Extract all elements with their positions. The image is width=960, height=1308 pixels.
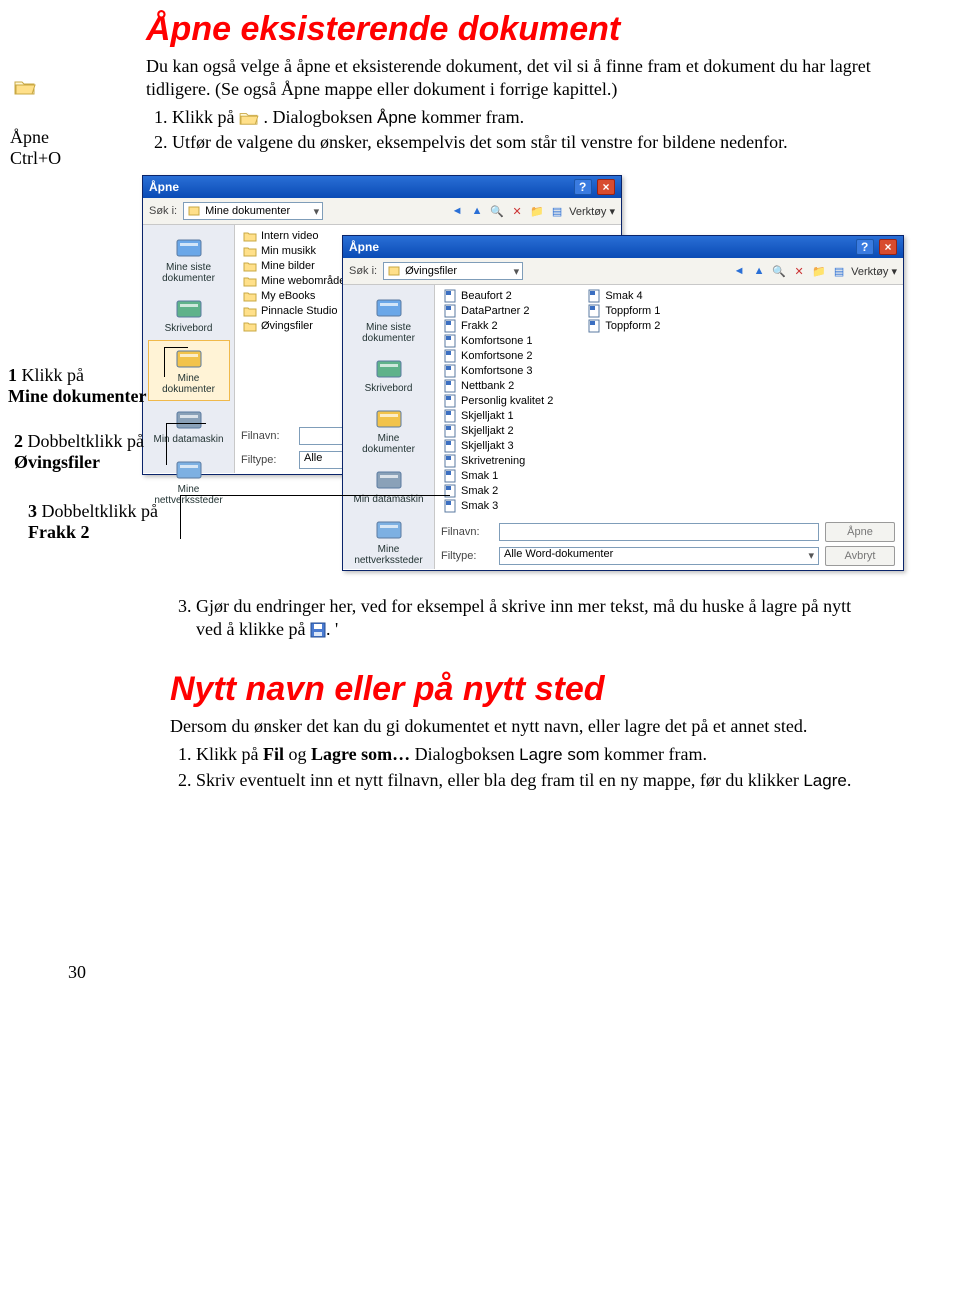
help-button[interactable]: ? xyxy=(574,179,592,195)
page-number: 30 xyxy=(68,962,900,983)
places-item[interactable]: Mine siste dokumenter xyxy=(348,289,430,350)
lookin-label: Søk i: xyxy=(349,265,377,277)
views-icon[interactable]: ▤ xyxy=(549,203,565,219)
file-item[interactable]: Komfortsone 2 xyxy=(441,349,555,363)
file-item[interactable]: Frakk 2 xyxy=(441,319,555,333)
help-button[interactable]: ? xyxy=(856,239,874,255)
intro-new-name: Dersom du ønsker det kan du gi dokumente… xyxy=(170,715,860,738)
newfolder-icon[interactable]: 📁 xyxy=(811,263,827,279)
places-item[interactable]: Mine nettverkssteder xyxy=(148,451,230,512)
cancel-button[interactable]: Avbryt xyxy=(825,546,895,566)
places-item[interactable]: Skrivebord xyxy=(148,290,230,340)
dialog1-placesbar: Mine siste dokumenterSkrivebordMine doku… xyxy=(143,225,235,473)
dialog1-title: Åpne xyxy=(149,180,179,194)
up-icon[interactable]: ▲ xyxy=(751,263,767,279)
file-item[interactable]: Skjelljakt 1 xyxy=(441,409,555,423)
views-icon[interactable]: ▤ xyxy=(831,263,847,279)
places-item[interactable]: Mine dokumenter xyxy=(148,340,230,401)
newfolder-icon[interactable]: 📁 xyxy=(529,203,545,219)
dialog1-toolbar: Søk i: Mine dokumenter ◄ ▲ 🔍 ✕ 📁 ▤ Verkt… xyxy=(143,198,621,225)
folder-item[interactable]: Intern video xyxy=(241,229,351,243)
step-open-1: Klikk på . Dialogboksen Åpne kommer fram… xyxy=(172,106,900,129)
dialog2-title: Åpne xyxy=(349,240,379,254)
open-label: Åpne xyxy=(10,127,49,147)
steps-open: Klikk på . Dialogboksen Åpne kommer fram… xyxy=(146,106,900,155)
places-item[interactable]: Mine siste dokumenter xyxy=(148,229,230,290)
file-item[interactable]: DataPartner 2 xyxy=(441,304,555,318)
file-item[interactable]: Skjelljakt 2 xyxy=(441,424,555,438)
open-folder-icon-inline xyxy=(239,110,259,126)
callout-3: 3 Dobbeltklikk på Frakk 2 xyxy=(28,501,158,542)
open-shortcut-block: Åpne Ctrl+O xyxy=(10,10,130,169)
tools-menu[interactable]: Verktøy ▾ xyxy=(569,205,615,218)
open-shortcut: Ctrl+O xyxy=(10,148,61,168)
places-item[interactable]: Skrivebord xyxy=(348,350,430,400)
search-icon[interactable]: 🔍 xyxy=(771,263,787,279)
file-item[interactable]: Smak 3 xyxy=(441,499,555,513)
dialog2-toolbar: Søk i: Øvingsfiler ◄ ▲ 🔍 ✕ 📁 ▤ Verktøy ▾ xyxy=(343,258,903,285)
open-button[interactable]: Åpne xyxy=(825,522,895,542)
back-icon[interactable]: ◄ xyxy=(731,263,747,279)
step-saveas-1: Klikk på Fil og Lagre som… Dialogboksen … xyxy=(196,743,860,766)
heading-open-existing: Åpne eksisterende dokument xyxy=(146,10,900,49)
dialog2-placesbar: Mine siste dokumenterSkrivebordMine doku… xyxy=(343,285,435,569)
file-item[interactable]: Personlig kvalitet 2 xyxy=(441,394,555,408)
delete-icon[interactable]: ✕ xyxy=(791,263,807,279)
file-item[interactable]: Smak 1 xyxy=(441,469,555,483)
dialogs-figure: Åpne ? × Søk i: Mine dokumenter ◄ ▲ 🔍 ✕ … xyxy=(14,175,900,595)
step-open-3: Gjør du endringer her, ved for eksempel … xyxy=(196,595,860,642)
open-folder-icon xyxy=(14,78,36,96)
tools-menu[interactable]: Verktøy ▾ xyxy=(851,265,897,278)
folder-item[interactable]: Øvingsfiler xyxy=(241,319,351,333)
close-button[interactable]: × xyxy=(597,179,615,195)
filename-input[interactable] xyxy=(499,523,819,541)
folder-item[interactable]: Min musikk xyxy=(241,244,351,258)
intro-open: Du kan også velge å åpne et eksisterende… xyxy=(146,55,900,100)
step-saveas-2: Skriv eventuelt inn et nytt filnavn, ell… xyxy=(196,769,860,792)
file-item[interactable]: Komfortsone 3 xyxy=(441,364,555,378)
file-item[interactable]: Skjelljakt 3 xyxy=(441,439,555,453)
section-after-figure: Gjør du endringer her, ved for eksempel … xyxy=(170,595,860,792)
folder-item[interactable]: Mine webområder xyxy=(241,274,351,288)
steps-saveas: Klikk på Fil og Lagre som… Dialogboksen … xyxy=(170,743,860,792)
places-item[interactable]: Min datamaskin xyxy=(348,461,430,511)
file-item[interactable]: Toppform 2 xyxy=(585,319,662,333)
callout-1: 1 Klikk på Mine dokumenter xyxy=(8,365,147,406)
dialog2-footer: Filnavn: Åpne Filtype: Alle Word-dokumen… xyxy=(441,522,895,566)
places-item[interactable]: Mine dokumenter xyxy=(348,400,430,461)
heading-new-name: Nytt navn eller på nytt sted xyxy=(170,670,860,709)
places-item[interactable]: Mine nettverkssteder xyxy=(348,511,430,572)
lookin-label: Søk i: xyxy=(149,205,177,217)
places-item[interactable]: Min datamaskin xyxy=(148,401,230,451)
delete-icon[interactable]: ✕ xyxy=(509,203,525,219)
file-item[interactable]: Komfortsone 1 xyxy=(441,334,555,348)
dialog2-titlebar: Åpne ? × xyxy=(343,236,903,258)
file-item[interactable]: Smak 2 xyxy=(441,484,555,498)
step-open-2: Utfør de valgene du ønsker, eksempelvis … xyxy=(172,131,900,154)
file-item[interactable]: Toppform 1 xyxy=(585,304,662,318)
file-item[interactable]: Smak 4 xyxy=(585,289,662,303)
folder-item[interactable]: My eBooks xyxy=(241,289,351,303)
folder-item[interactable]: Pinnacle Studio xyxy=(241,304,351,318)
back-icon[interactable]: ◄ xyxy=(449,203,465,219)
steps-open-continued: Gjør du endringer her, ved for eksempel … xyxy=(170,595,860,642)
lookin-combo[interactable]: Mine dokumenter xyxy=(183,202,323,220)
up-icon[interactable]: ▲ xyxy=(469,203,485,219)
callout-2: 2 Dobbeltklikk på Øvingsfiler xyxy=(14,431,144,472)
folder-item[interactable]: Mine bilder xyxy=(241,259,351,273)
close-button[interactable]: × xyxy=(879,239,897,255)
file-item[interactable]: Nettbank 2 xyxy=(441,379,555,393)
save-icon xyxy=(310,622,326,638)
search-icon[interactable]: 🔍 xyxy=(489,203,505,219)
file-item[interactable]: Skrivetrening xyxy=(441,454,555,468)
lookin-combo[interactable]: Øvingsfiler xyxy=(383,262,523,280)
open-dialog-2: Åpne ? × Søk i: Øvingsfiler ◄ ▲ 🔍 ✕ 📁 xyxy=(342,235,904,571)
dialog1-titlebar: Åpne ? × xyxy=(143,176,621,198)
filetype-combo[interactable]: Alle Word-dokumenter xyxy=(499,547,819,565)
file-item[interactable]: Beaufort 2 xyxy=(441,289,555,303)
